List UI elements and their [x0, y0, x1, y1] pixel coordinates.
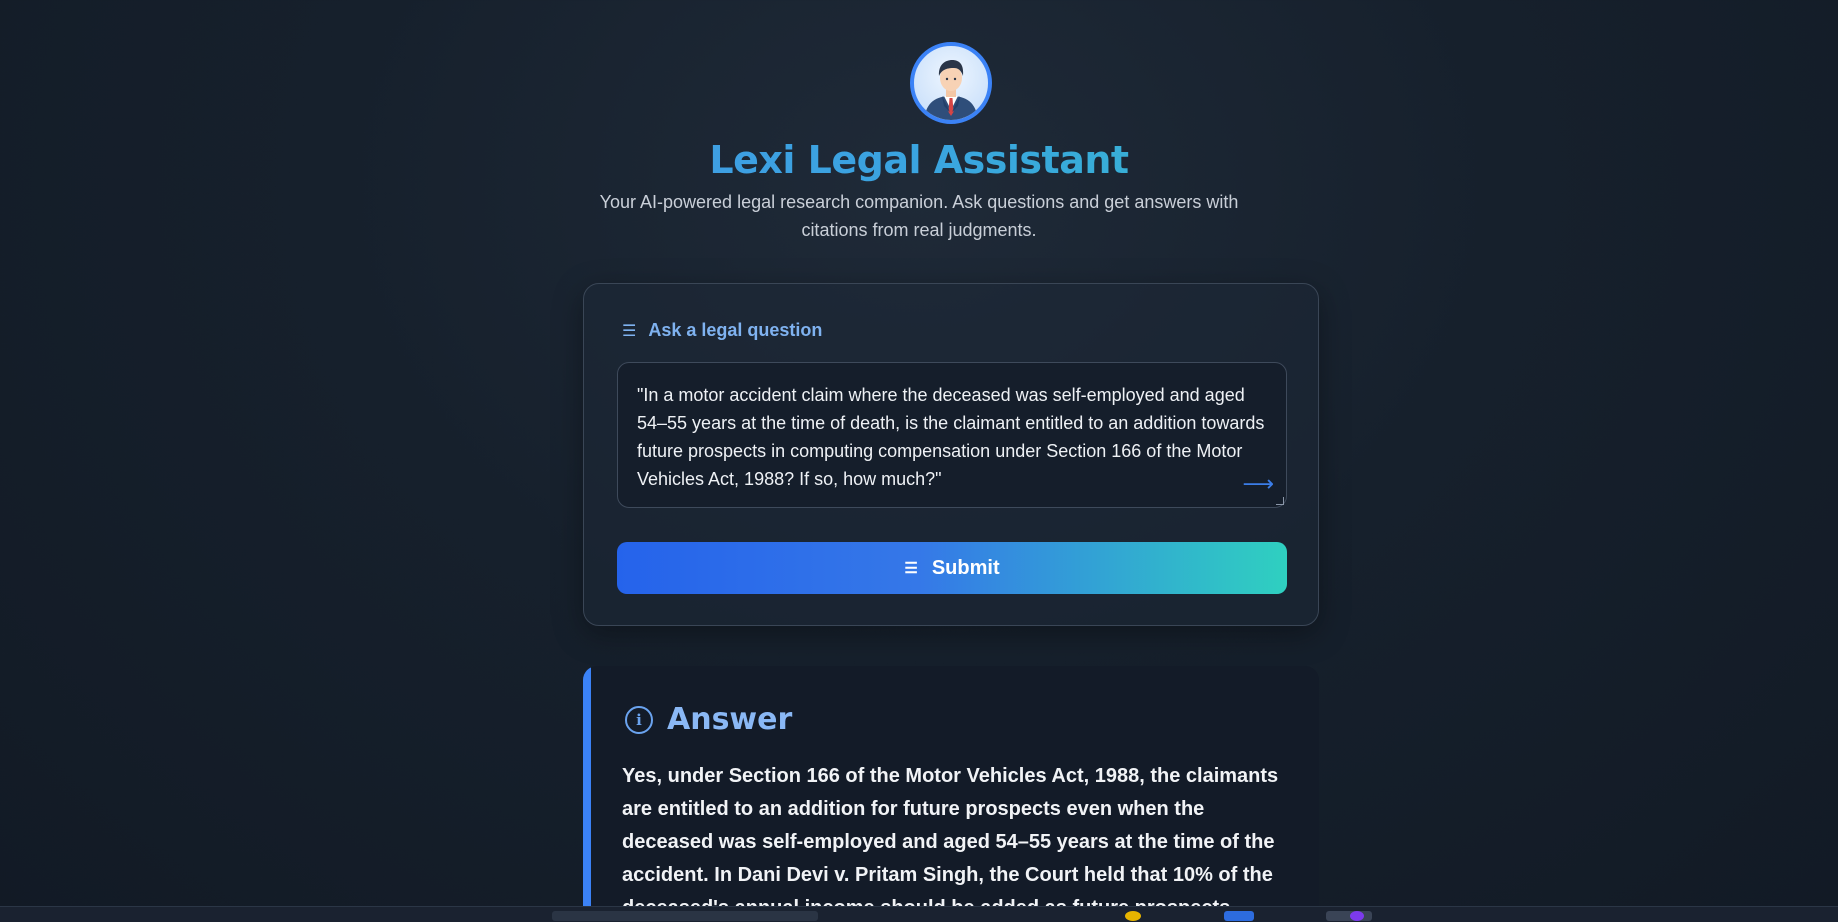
submit-button[interactable]: ☰ Submit — [617, 542, 1287, 594]
answer-text: Yes, under Section 166 of the Motor Vehi… — [622, 765, 1279, 919]
app-title: Lexi Legal Assistant — [0, 138, 1838, 182]
answer-header: i Answer — [625, 702, 792, 737]
question-label-text: Ask a legal question — [648, 320, 823, 340]
question-card: ☰ Ask a legal question "In a motor accid… — [583, 283, 1319, 626]
info-icon: i — [625, 705, 653, 734]
resize-handle-icon[interactable] — [1276, 497, 1284, 505]
taskbar-app-icon[interactable] — [1326, 911, 1372, 921]
submit-button-label: Submit — [931, 556, 1000, 579]
answer-accent-bar — [583, 666, 591, 922]
lawyer-avatar-icon — [910, 42, 992, 124]
app-subtitle: Your AI-powered legal research companion… — [599, 192, 1239, 240]
taskbar-app-icon[interactable] — [1350, 911, 1364, 921]
taskbar-app-icon[interactable] — [1224, 911, 1254, 921]
answer-panel: i Answer Yes, under Section 166 of the M… — [583, 666, 1319, 922]
lines-icon: ☰ — [622, 322, 637, 340]
lines-icon: ☰ — [904, 560, 918, 577]
question-input-value[interactable]: "In a motor accident claim where the dec… — [637, 381, 1269, 493]
taskbar-app-icon[interactable] — [1125, 911, 1141, 921]
question-label: ☰ Ask a legal question — [622, 320, 822, 341]
arrow-right-icon[interactable]: ⟶ — [1242, 471, 1274, 497]
taskbar-search-box[interactable] — [552, 911, 818, 921]
answer-heading: Answer — [667, 702, 793, 737]
question-input[interactable]: "In a motor accident claim where the dec… — [617, 362, 1287, 508]
app-page: Lexi Legal Assistant Your AI-powered leg… — [0, 0, 1838, 922]
os-taskbar — [0, 906, 1838, 922]
